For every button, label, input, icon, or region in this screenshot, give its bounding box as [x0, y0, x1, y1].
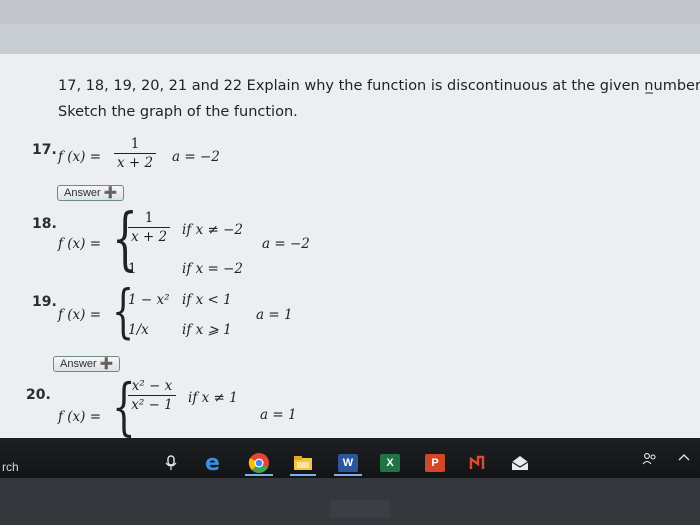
onedrive-icon[interactable]	[468, 454, 488, 472]
problem-17-number: 17.	[32, 142, 57, 158]
section-instruction: Sketch the graph of the function.	[58, 104, 298, 120]
problem-19-case1-condition: if x < 1	[182, 292, 232, 308]
svg-text:e: e	[205, 451, 220, 474]
edge-icon[interactable]: e	[203, 450, 227, 474]
problem-17-fraction: 1 x + 2	[114, 136, 156, 171]
problem-18-case1-denominator: x + 2	[130, 229, 168, 245]
excel-icon[interactable]: X	[380, 454, 400, 472]
problem-17-lhs: f (x) =	[58, 149, 102, 165]
powerpoint-icon[interactable]: P	[425, 454, 445, 472]
problem-20-number: 20.	[26, 387, 51, 403]
answer-button-17[interactable]: Answer ➕	[57, 185, 125, 201]
problem-18-case2-value: 1	[128, 261, 137, 277]
problem-18-case2-condition: if x = −2	[182, 261, 244, 277]
problem-18-case1-fraction: 1 x + 2	[128, 210, 170, 245]
problem-19-given: a = 1	[256, 307, 293, 323]
problem-20-case1-fraction: x² − x x² − 1	[128, 378, 176, 413]
problem-17-given: a = −2	[172, 149, 220, 165]
problem-19-lhs: f (x) =	[58, 307, 102, 323]
problem-20-case1-numerator: x² − x	[131, 378, 173, 394]
textbook-page: 17, 18, 19, 20, 21 and 22 Explain why th…	[0, 54, 700, 438]
problem-19-case2-condition: if x ⩾ 1	[182, 322, 232, 338]
problem-20-lhs: f (x) =	[58, 409, 102, 425]
microphone-icon[interactable]	[162, 454, 180, 472]
toolbar-strip	[0, 24, 700, 54]
problem-18-case1-numerator: 1	[144, 210, 154, 226]
monitor-logo	[330, 500, 390, 518]
chrome-icon[interactable]	[248, 452, 270, 474]
powerpoint-icon-label: P	[431, 457, 439, 469]
problem-19-number: 19.	[32, 294, 57, 310]
problem-20-case1-denominator: x² − 1	[131, 397, 173, 413]
windows-taskbar: rch e W X P	[0, 438, 700, 478]
excel-icon-label: X	[386, 457, 394, 469]
problem-18-lhs: f (x) =	[58, 236, 102, 252]
search-box-text[interactable]: rch	[2, 460, 19, 474]
problem-18-given: a = −2	[262, 236, 310, 252]
section-header: 17, 18, 19, 20, 21 and 22 Explain why th…	[58, 78, 700, 94]
problem-17-denominator: x + 2	[116, 155, 154, 171]
word-icon[interactable]: W	[338, 454, 358, 472]
people-icon[interactable]	[640, 450, 660, 468]
word-icon-label: W	[342, 457, 354, 469]
browser-top-bar	[0, 0, 700, 24]
problem-19-case1-value: 1 − x²	[128, 292, 170, 308]
file-explorer-icon[interactable]	[293, 454, 313, 472]
screen: 17, 18, 19, 20, 21 and 22 Explain why th…	[0, 0, 700, 438]
answer-button-19[interactable]: Answer ➕	[53, 356, 121, 372]
mail-icon[interactable]	[510, 454, 530, 472]
problem-18-number: 18.	[32, 216, 57, 232]
problem-20-case1-condition: if x ≠ 1	[188, 390, 238, 406]
problem-17-numerator: 1	[130, 136, 140, 152]
chevron-up-icon[interactable]	[676, 448, 692, 466]
problem-20-given: a = 1	[260, 407, 297, 423]
problem-19-case2-value: 1/x	[128, 322, 149, 338]
problem-18-case1-condition: if x ≠ −2	[182, 222, 244, 238]
